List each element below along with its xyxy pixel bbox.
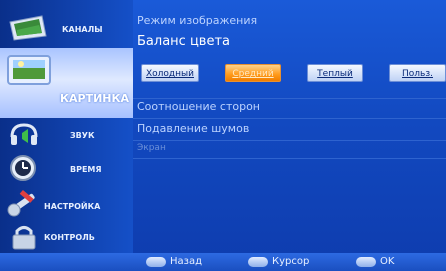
ok-hint[interactable]: OK xyxy=(356,255,416,269)
ok-button-icon xyxy=(356,257,376,267)
cursor-hint[interactable]: Курсор xyxy=(248,255,338,269)
sound-icon xyxy=(10,123,38,151)
image-mode-item[interactable]: Режим изображения xyxy=(137,14,257,27)
sidebar-item-label: ЗВУК xyxy=(70,131,95,140)
wrench-icon xyxy=(6,188,40,222)
sidebar-item-label: НАСТРОЙКА xyxy=(44,202,101,211)
sidebar-menu: КАНАЛЫ КАРТИНКА ЗВУК ВРЕМЯ НАСТРОЙКА КОН… xyxy=(0,0,133,253)
divider xyxy=(133,98,446,99)
color-balance-item[interactable]: Баланс цвета xyxy=(137,34,230,49)
sidebar-item-channels[interactable]: КАНАЛЫ xyxy=(0,10,133,46)
picture-icon xyxy=(6,54,52,92)
sidebar-item-label: ВРЕМЯ xyxy=(70,165,102,174)
footer-hints: Назад Курсор OK xyxy=(0,253,446,271)
sidebar-item-picture[interactable]: КАРТИНКА xyxy=(0,48,133,118)
tab-cold[interactable]: Холодный xyxy=(141,64,199,82)
sidebar-item-time[interactable]: ВРЕМЯ xyxy=(0,152,133,184)
disabled-menu-item: Экран xyxy=(137,143,166,153)
divider xyxy=(133,118,446,119)
divider xyxy=(133,140,446,141)
tab-medium[interactable]: Средний xyxy=(225,64,281,82)
divider xyxy=(133,158,446,159)
sidebar-item-label: КАРТИНКА xyxy=(60,92,129,105)
aspect-ratio-item[interactable]: Соотношение сторон xyxy=(137,100,260,113)
cursor-button-icon xyxy=(248,257,268,267)
cursor-label: Курсор xyxy=(272,256,310,267)
lock-icon xyxy=(10,224,38,254)
picture-settings-panel: Режим изображения Баланс цвета Холодный … xyxy=(133,0,446,253)
noise-reduction-item[interactable]: Подавление шумов xyxy=(137,122,249,135)
menu-button-icon xyxy=(146,257,166,267)
sidebar-item-label: КАНАЛЫ xyxy=(62,25,103,34)
back-hint[interactable]: Назад xyxy=(146,255,226,269)
sidebar-item-sound[interactable]: ЗВУК xyxy=(0,122,133,148)
sidebar-item-label: КОНТРОЛЬ xyxy=(44,233,95,242)
tab-warm[interactable]: Теплый xyxy=(307,64,363,82)
tv-menu-screen: КАНАЛЫ КАРТИНКА ЗВУК ВРЕМЯ НАСТРОЙКА КОН… xyxy=(0,0,446,271)
back-label: Назад xyxy=(170,256,203,267)
clock-icon xyxy=(7,154,39,186)
sidebar-item-setup[interactable]: НАСТРОЙКА xyxy=(0,186,133,220)
tab-user[interactable]: Польз. xyxy=(389,64,446,82)
ok-label: OK xyxy=(380,256,395,267)
tv-icon xyxy=(8,14,48,46)
color-balance-tabs: Холодный Средний Теплый Польз. xyxy=(133,64,446,82)
sidebar-item-control[interactable]: КОНТРОЛЬ xyxy=(0,222,133,252)
